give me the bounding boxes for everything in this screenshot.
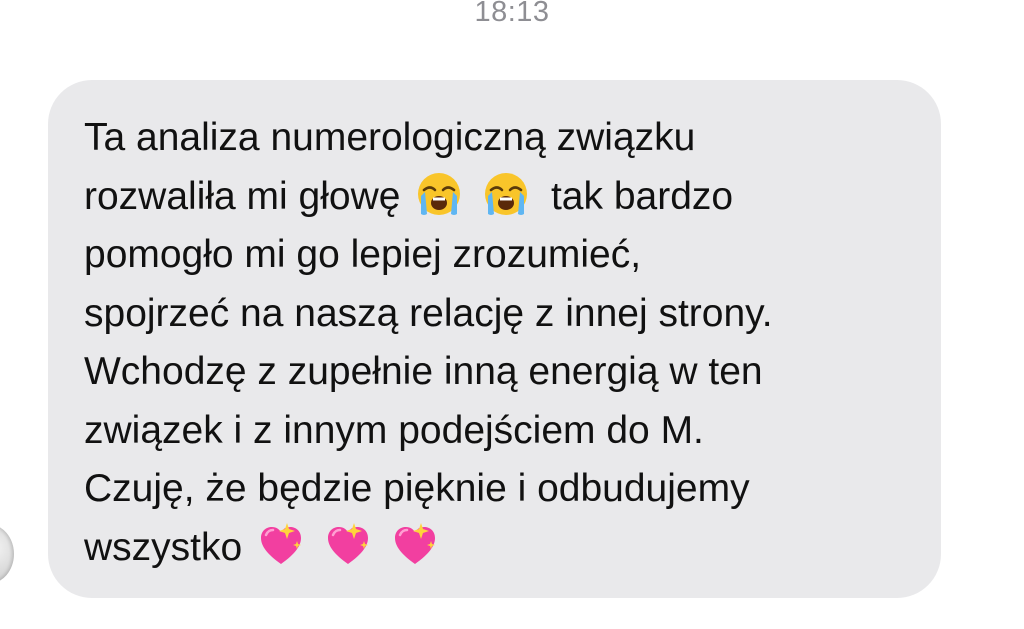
- message-text: pomogło mi go lepiej zrozumieć,: [84, 233, 642, 276]
- message-line: Czuję, że będzie pięknie i odbudujemy: [84, 460, 911, 519]
- message-text: Ta analiza numerologiczną związku: [84, 116, 696, 159]
- message-line: wszystko: [84, 519, 911, 578]
- message-text: spojrzeć na naszą relację z innej strony…: [84, 291, 773, 335]
- message-line: Ta analiza numerologiczną związku: [84, 109, 911, 168]
- message-line: pomogło mi go lepiej zrozumieć,: [84, 226, 911, 285]
- message-bubble[interactable]: Ta analiza numerologiczną związku rozwal…: [48, 80, 941, 598]
- message-text: wszystko: [84, 525, 243, 569]
- sparkling-heart-icon: [391, 521, 439, 569]
- message-text: związek i z innym podejściem do M.: [84, 408, 704, 452]
- message-line: spojrzeć na naszą relację z innej strony…: [84, 285, 911, 344]
- message-timestamp: 18:13: [474, 0, 550, 28]
- loudly-crying-face-icon: [415, 170, 463, 218]
- message-text: Wchodzę z zupełnie inną energią w ten: [84, 350, 763, 393]
- message-text: Czuję, że będzie pięknie i odbudujemy: [84, 467, 750, 510]
- loudly-crying-face-icon: [482, 170, 530, 218]
- message-line: związek i z innym podejściem do M.: [84, 402, 911, 461]
- sparkling-heart-icon: [324, 521, 372, 569]
- message-line: Wchodzę z zupełnie inną energią w ten: [84, 343, 911, 402]
- message-line: rozwaliła mi głowę tak bardzo: [84, 168, 911, 227]
- message-text: rozwaliła mi głowę: [84, 174, 401, 218]
- sparkling-heart-icon: [257, 521, 305, 569]
- message-text: tak bardzo: [550, 174, 734, 218]
- sender-avatar[interactable]: [0, 524, 14, 584]
